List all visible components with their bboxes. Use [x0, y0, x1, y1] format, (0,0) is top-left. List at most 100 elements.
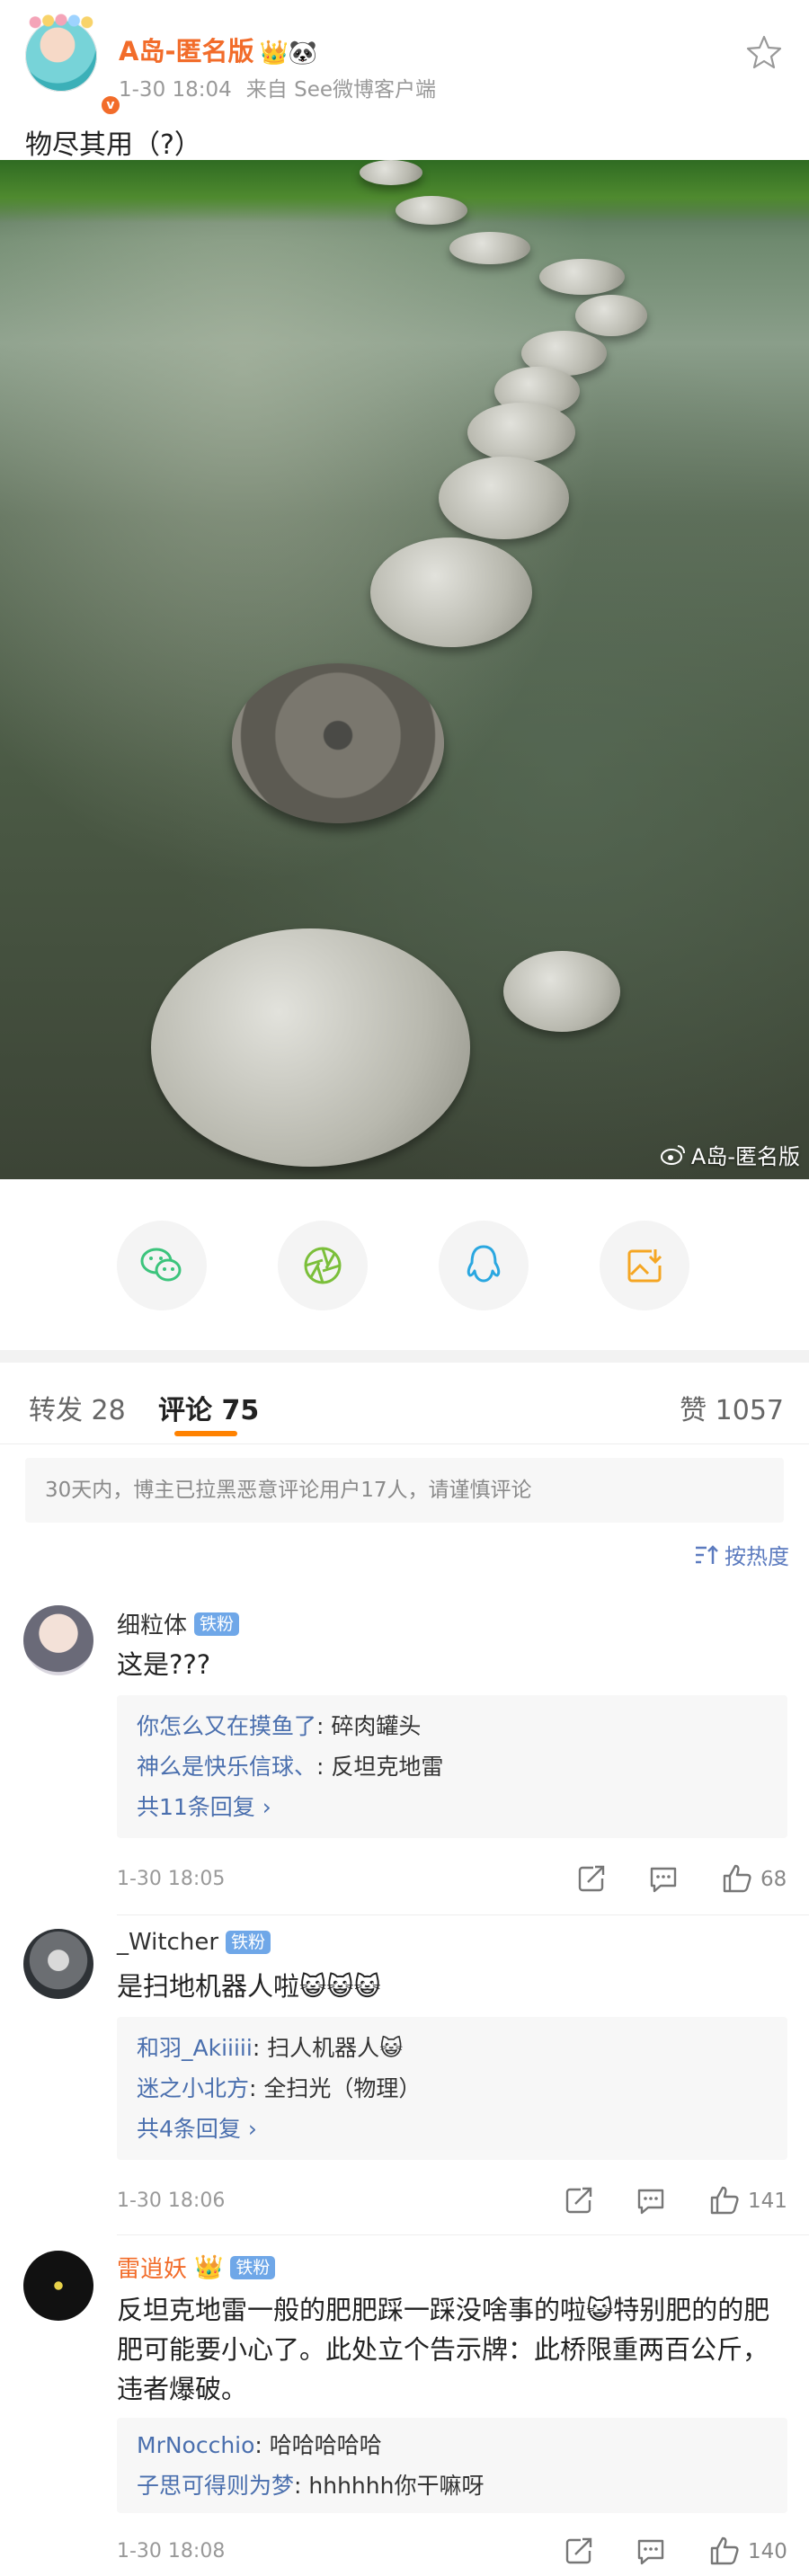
sort-icon [696, 1544, 718, 1564]
image-stone [396, 196, 467, 225]
author-name[interactable]: A岛-匿名版 👑🐼 [119, 31, 317, 68]
reply-user[interactable]: 神么是快乐信球、 [137, 1754, 316, 1780]
reply-text: : 扫人机器人😺 [252, 2035, 404, 2061]
commenter-name[interactable]: _Witcher 铁粉 [117, 1929, 271, 1956]
repost-icon[interactable] [575, 1862, 608, 1895]
commenter-name-text: _Witcher [117, 1929, 219, 1956]
reply-user[interactable]: 迷之小北方 [137, 2075, 249, 2101]
comment-time: 1-30 18:05 [117, 1868, 226, 1890]
iron-fan-badge: 铁粉 [194, 1612, 240, 1636]
image-stone [467, 403, 575, 462]
sort-label: 按热度 [725, 1544, 789, 1569]
image-watermark: A岛-匿名版 [660, 1139, 800, 1170]
comment-text: 这是??? [117, 1649, 211, 1680]
share-qq-button[interactable] [439, 1221, 529, 1310]
reply-line: 和羽_Akiiiii: 扫人机器人😺 [137, 2028, 768, 2068]
save-image-button[interactable] [600, 1221, 689, 1310]
commenter-name-text: 细粒体 [117, 1612, 188, 1639]
commenter-name[interactable]: 细粒体 铁粉 [117, 1607, 240, 1640]
commenter-avatar[interactable] [23, 1929, 93, 1999]
image-stone [439, 457, 569, 539]
post-header: v A岛-匿名版 👑🐼 1-30 18:04 来自 See微博客户端 [0, 0, 809, 117]
reply-line: MrNocchio: 哈哈哈哈哈 [137, 2425, 768, 2465]
author-avatar[interactable]: v [25, 13, 122, 117]
image-stone [503, 951, 620, 1032]
favorite-star-icon[interactable] [746, 34, 782, 70]
reply-comment-icon[interactable] [635, 2184, 667, 2216]
image-stone [539, 259, 625, 295]
save-image-icon [627, 1249, 662, 1283]
share-row [0, 1179, 809, 1350]
repost-icon[interactable] [563, 2535, 595, 2567]
comment-separator [117, 2234, 809, 2235]
share-wechat-button[interactable] [117, 1221, 207, 1310]
view-all-replies-link[interactable]: 共11条回复 › [137, 1787, 768, 1827]
reply-line: 迷之小北方: 全扫光（物理） [137, 2068, 768, 2109]
reply-preview-box[interactable]: MrNocchio: 哈哈哈哈哈 子思可得则为梦: hhhhhh你干嘛呀 [117, 2418, 787, 2513]
image-stone [360, 160, 422, 185]
reply-user[interactable]: MrNocchio [137, 2432, 254, 2458]
commenter-name-text: 雷逍妖 [117, 2256, 188, 2283]
like-count: 141 [748, 2190, 787, 2213]
reply-line: 你怎么又在摸鱼了: 碎肉罐头 [137, 1706, 768, 1746]
comment-text: 是扫地机器人啦😺😺😺 [117, 1971, 381, 2002]
commenter-name[interactable]: 雷逍妖 👑 铁粉 [117, 2251, 276, 2284]
commenter-avatar[interactable] [23, 2251, 93, 2321]
reply-comment-icon[interactable] [647, 1862, 680, 1895]
sort-by-heat-button[interactable]: 按热度 [694, 1539, 789, 1570]
like-thumb-icon[interactable] [721, 1862, 753, 1895]
iron-fan-badge: 铁粉 [226, 1931, 271, 1954]
image-stone [370, 537, 532, 647]
reply-preview-box[interactable]: 你怎么又在摸鱼了: 碎肉罐头 神么是快乐信球、: 反坦克地雷 共11条回复 › [117, 1695, 787, 1838]
post-text: 物尽其用（?） [25, 129, 201, 161]
blocklist-notice: 30天内，博主已拉黑恶意评论用户17人，请谨慎评论 [25, 1458, 784, 1523]
image-stone [575, 295, 647, 336]
weibo-post-page: v A岛-匿名版 👑🐼 1-30 18:04 来自 See微博客户端 物尽其用（?） [0, 0, 809, 2576]
reply-line: 子思可得则为梦: hhhhhh你干嘛呀 [137, 2465, 768, 2506]
author-name-text: A岛-匿名版 [119, 36, 254, 67]
moments-aperture-icon [304, 1247, 342, 1284]
like-thumb-icon[interactable] [708, 2535, 741, 2567]
interaction-tabs: 转发 28 评论 75 赞 1057 [0, 1363, 809, 1444]
qq-icon [467, 1245, 501, 1283]
like-thumb-icon[interactable] [708, 2184, 741, 2216]
reply-user[interactable]: 和羽_Akiiiii [137, 2035, 253, 2061]
section-divider [0, 1350, 809, 1363]
avatar-flower-crown [29, 13, 93, 29]
post-source: 来自 See微博客户端 [245, 78, 437, 102]
iron-fan-badge: 铁粉 [230, 2255, 276, 2279]
share-moments-button[interactable] [278, 1221, 368, 1310]
comment-text: 反坦克地雷一般的肥肥踩一踩没啥事的啦😺特别肥的的肥肥可能要小心了。此处立个告示牌… [117, 2295, 770, 2404]
post-time: 1-30 18:04 [119, 78, 232, 102]
tab-likes[interactable]: 赞 1057 [680, 1388, 784, 1427]
comment-footer: 1-30 18:05 68 [117, 1862, 787, 1898]
post-image[interactable]: A岛-匿名版 [0, 160, 809, 1179]
weibo-logo-icon [660, 1144, 685, 1165]
view-all-replies-link[interactable]: 共4条回复 › [137, 2109, 768, 2149]
comment-footer: 1-30 18:08 140 [117, 2535, 787, 2571]
wechat-icon [140, 1248, 182, 1282]
reply-user[interactable]: 你怎么又在摸鱼了 [137, 1713, 316, 1739]
reply-user[interactable]: 子思可得则为梦 [137, 2473, 294, 2499]
image-landmine [232, 663, 444, 823]
reply-preview-box[interactable]: 和羽_Akiiiii: 扫人机器人😺 迷之小北方: 全扫光（物理） 共4条回复 … [117, 2017, 787, 2160]
reply-text: : 反坦克地雷 [316, 1754, 444, 1780]
reply-text: : 哈哈哈哈哈 [254, 2432, 382, 2458]
image-stone [449, 232, 530, 264]
reply-text: : 碎肉罐头 [316, 1713, 422, 1739]
repost-icon[interactable] [563, 2184, 595, 2216]
comment-time: 1-30 18:08 [117, 2540, 226, 2563]
commenter-avatar[interactable] [23, 1605, 93, 1675]
reply-comment-icon[interactable] [635, 2535, 667, 2567]
tab-repost[interactable]: 转发 28 [29, 1388, 126, 1427]
like-count: 140 [748, 2540, 787, 2563]
reply-text: : hhhhhh你干嘛呀 [294, 2473, 485, 2499]
comment-time: 1-30 18:06 [117, 2190, 226, 2212]
author-badges: 👑🐼 [259, 40, 318, 67]
post-meta: 1-30 18:04 来自 See微博客户端 [119, 72, 450, 102]
image-stone [151, 928, 470, 1167]
active-tab-indicator [174, 1431, 237, 1436]
comment-separator [117, 1914, 809, 1915]
tab-comments[interactable]: 评论 75 [158, 1388, 259, 1427]
watermark-text: A岛-匿名版 [690, 1144, 800, 1169]
